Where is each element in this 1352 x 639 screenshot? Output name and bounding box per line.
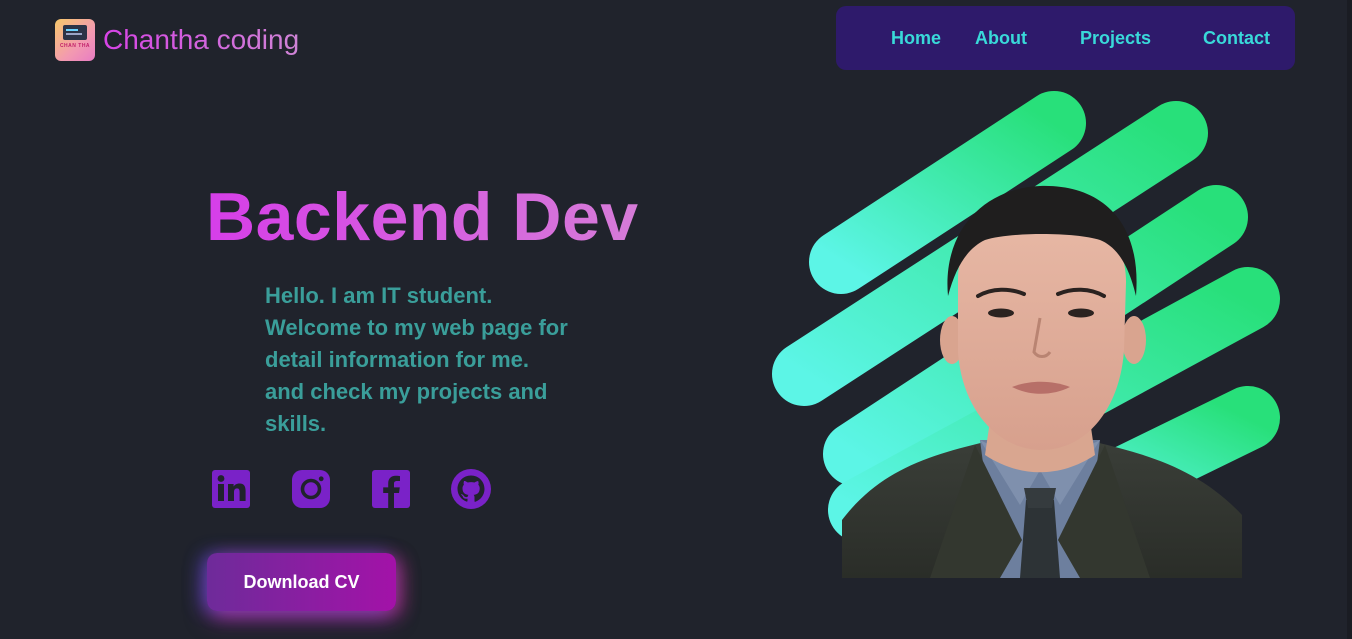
instagram-icon (292, 470, 330, 508)
portfolio-page: CHAN THA Chantha coding Home About Proje… (0, 0, 1352, 639)
hero-illustration (772, 91, 1280, 578)
download-cv-button[interactable]: Download CV (207, 553, 396, 611)
nav-projects[interactable]: Projects (1080, 28, 1151, 49)
linkedin-icon (212, 470, 250, 508)
hero-title: Backend Dev (206, 179, 639, 255)
facebook-link[interactable] (370, 468, 412, 510)
github-icon (451, 469, 491, 509)
brand[interactable]: CHAN THA Chantha coding (55, 19, 299, 61)
facebook-icon (372, 470, 410, 508)
github-link[interactable] (450, 468, 492, 510)
instagram-link[interactable] (290, 468, 332, 510)
main-nav: Home About Projects Contact (836, 6, 1295, 70)
hero-intro: Hello. I am IT student. Welcome to my we… (265, 280, 605, 440)
nav-about[interactable]: About (975, 28, 1027, 49)
intro-line: detail information for me. (265, 347, 530, 372)
intro-line: and check my projects and (265, 379, 548, 404)
profile-photo (842, 185, 1242, 578)
brand-logo: CHAN THA (55, 19, 95, 61)
intro-line: Welcome to my web page for (265, 315, 568, 340)
nav-contact[interactable]: Contact (1203, 28, 1270, 49)
linkedin-link[interactable] (210, 468, 252, 510)
intro-line: skills. (265, 411, 327, 436)
nav-home[interactable]: Home (891, 28, 941, 49)
page-scrollbar[interactable] (1347, 0, 1352, 639)
intro-line: Hello. I am IT student. (265, 283, 493, 308)
monitor-icon (63, 25, 87, 40)
logo-text: CHAN THA (59, 43, 91, 49)
brand-name: Chantha coding (103, 24, 300, 55)
decorative-stripes (772, 91, 1280, 542)
